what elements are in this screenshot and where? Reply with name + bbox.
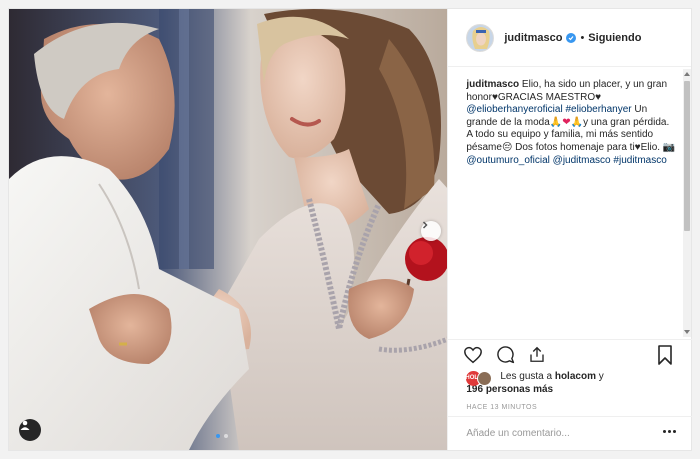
- pray-emoji: 🙏: [549, 116, 563, 128]
- ellipsis-icon: [663, 430, 667, 433]
- post-photo[interactable]: [9, 9, 448, 450]
- header-separator: •: [580, 31, 585, 44]
- ellipsis-icon: [668, 430, 672, 433]
- caption-text: Elio.: [640, 141, 663, 153]
- comment-input[interactable]: [466, 428, 647, 439]
- liker-avatar: [477, 371, 493, 386]
- heart-emoji: ♥: [595, 91, 602, 103]
- mention-link[interactable]: @elioberhanyeroficial: [466, 104, 562, 115]
- likes-summary: HOLA Les gusta a holacom y 196 personas …: [465, 370, 681, 396]
- author-username[interactable]: juditmasco: [504, 32, 562, 44]
- likes-prefix: Les gusta a: [500, 371, 555, 382]
- following-button[interactable]: Siguiendo: [588, 32, 641, 44]
- more-options-button[interactable]: [663, 430, 677, 433]
- ellipsis-icon: [673, 430, 677, 433]
- likes-conj: y: [595, 371, 604, 382]
- likes-text: Les gusta a holacom y 196 personas más: [466, 370, 604, 396]
- liker-avatars[interactable]: HOLA: [465, 370, 496, 386]
- share-button[interactable]: [526, 346, 548, 368]
- caption-text: Dos fotos homenaje para ti: [512, 141, 635, 153]
- bookmark-icon: [657, 344, 673, 370]
- heart-icon: [463, 346, 483, 369]
- sad-emoji: 😔: [501, 141, 513, 153]
- post-caption: juditmasco Elio, ha sido un placer, y un…: [466, 79, 676, 337]
- photo-illustration: [9, 9, 448, 450]
- carousel-indicator: [216, 434, 228, 438]
- add-comment-section: [448, 416, 693, 450]
- scroll-up-arrow-icon[interactable]: [684, 72, 690, 76]
- mention-link[interactable]: @outumuro_oficial: [466, 155, 550, 166]
- caption-username[interactable]: juditmasco: [466, 79, 519, 90]
- like-button[interactable]: [462, 346, 484, 368]
- instagram-post: juditmasco • Siguiendo juditmasco Elio, …: [8, 8, 693, 451]
- post-header: juditmasco • Siguiendo: [448, 9, 691, 67]
- pray-emoji: 🙏: [570, 116, 584, 128]
- hashtag-link[interactable]: #juditmasco: [613, 155, 666, 166]
- post-details-panel: juditmasco • Siguiendo juditmasco Elio, …: [447, 9, 693, 450]
- camera-emoji: 📷: [662, 141, 676, 153]
- post-actions: [448, 339, 693, 371]
- share-icon: [528, 345, 546, 369]
- next-photo-button[interactable]: [421, 221, 441, 241]
- user-tags-button[interactable]: [19, 419, 41, 441]
- author-avatar[interactable]: [466, 23, 495, 52]
- red-heart-emoji: ❤: [562, 116, 571, 128]
- scroll-down-arrow-icon[interactable]: [684, 330, 690, 334]
- scrollbar-thumb[interactable]: [684, 81, 690, 231]
- comment-icon: [496, 345, 515, 369]
- hashtag-link[interactable]: #elioberhanyer: [565, 104, 631, 115]
- liker-username[interactable]: holacom: [555, 371, 596, 382]
- post-timestamp[interactable]: HACE 13 MINUTOS: [466, 404, 537, 411]
- comment-button[interactable]: [494, 346, 516, 368]
- mention-link[interactable]: @juditmasco: [553, 155, 611, 166]
- caption-scrollbar[interactable]: [683, 69, 691, 337]
- carousel-dot: [224, 434, 228, 438]
- verified-badge-icon: [566, 32, 577, 43]
- save-button[interactable]: [654, 344, 676, 370]
- caption-text: GRACIAS MAESTRO: [497, 91, 596, 103]
- carousel-dot-active: [216, 434, 220, 438]
